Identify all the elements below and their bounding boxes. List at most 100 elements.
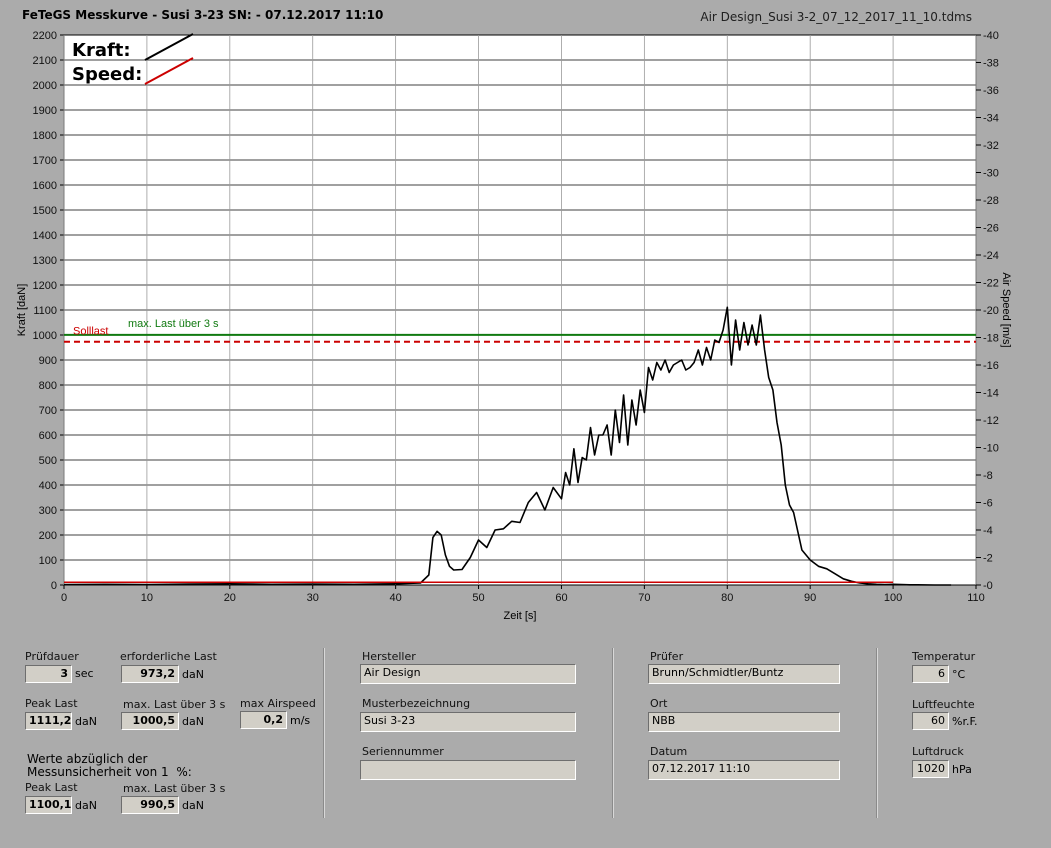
y-tick-label: 1200 xyxy=(33,280,57,292)
y-tick-label: 2100 xyxy=(33,55,57,67)
panel-divider xyxy=(612,648,614,818)
y-tick-label: 2000 xyxy=(33,80,57,92)
x-tick-label: 80 xyxy=(721,592,733,604)
datum-field: 07.12.2017 11:10 xyxy=(648,760,840,780)
y-tick-label: 600 xyxy=(39,430,57,442)
peak-last2-label: Peak Last xyxy=(25,781,78,794)
temperatur-field: 6 xyxy=(912,665,949,683)
y-axis-label: Kraft [daN] xyxy=(16,284,28,337)
peak-last-label: Peak Last xyxy=(25,697,78,710)
erf-last-unit: daN xyxy=(182,668,204,681)
y2-tick-label: -2 xyxy=(983,553,993,565)
max-last-unit: daN xyxy=(182,715,204,728)
pruefdauer-label: Prüfdauer xyxy=(25,650,79,663)
hersteller-label: Hersteller xyxy=(362,650,416,663)
y2-tick-label: -0 xyxy=(983,580,993,592)
y-tick-label: 700 xyxy=(39,405,57,417)
y2-tick-label: -18 xyxy=(983,333,999,345)
pruefer-field: Brunn/Schmidtler/Buntz xyxy=(648,664,840,684)
y-tick-label: 400 xyxy=(39,480,57,492)
peak-last2-unit: daN xyxy=(75,799,97,812)
y-tick-label: 900 xyxy=(39,355,57,367)
x-tick-label: 90 xyxy=(804,592,816,604)
y-tick-label: 100 xyxy=(39,555,57,567)
panel-divider xyxy=(876,648,878,818)
pruefdauer-unit: sec xyxy=(75,667,94,680)
seriennummer-field xyxy=(360,760,576,780)
temperatur-unit: °C xyxy=(952,668,966,681)
luftfeuchte-label: Luftfeuchte xyxy=(912,698,975,711)
y2-tick-label: -38 xyxy=(983,58,999,70)
max-last2-field: 990,5 xyxy=(121,796,179,814)
max-last-field: 1000,5 xyxy=(121,712,179,730)
erf-last-field: 973,2 xyxy=(121,665,179,683)
luftfeuchte-unit: %r.F. xyxy=(952,715,978,728)
temperatur-label: Temperatur xyxy=(912,650,976,663)
y2-tick-label: -28 xyxy=(983,195,999,207)
y2-tick-label: -4 xyxy=(983,525,993,537)
peak-last-unit: daN xyxy=(75,715,97,728)
x-tick-label: 60 xyxy=(555,592,567,604)
erf-last-label: erforderliche Last xyxy=(120,650,217,663)
y2-tick-label: -24 xyxy=(983,250,999,262)
datum-label: Datum xyxy=(650,745,688,758)
x-tick-label: 50 xyxy=(472,592,484,604)
panel-divider xyxy=(323,648,325,818)
y-tick-label: 1400 xyxy=(33,230,57,242)
y2-tick-label: -34 xyxy=(983,113,999,125)
max-last-line-label: max. Last über 3 s xyxy=(128,318,219,330)
peak-last2-field: 1100,1 xyxy=(25,796,72,814)
y2-tick-label: -12 xyxy=(983,415,999,427)
y-tick-label: 1700 xyxy=(33,155,57,167)
max-airspeed-unit: m/s xyxy=(290,714,311,727)
x-axis-label: Zeit [s] xyxy=(503,610,536,622)
x-tick-label: 20 xyxy=(224,592,236,604)
x-tick-label: 70 xyxy=(638,592,650,604)
y-tick-label: 800 xyxy=(39,380,57,392)
luftfeuchte-field: 60 xyxy=(912,712,949,730)
x-tick-label: 110 xyxy=(967,592,985,604)
max-last2-label: max. Last über 3 s xyxy=(123,782,226,795)
y2-tick-label: -6 xyxy=(983,498,993,510)
measurement-chart: 0100200300400500600700800900100011001200… xyxy=(16,30,1012,622)
y-tick-label: 2200 xyxy=(33,30,57,42)
y2-tick-label: -20 xyxy=(983,305,999,317)
messunsicherheit-note: Werte abzüglich der Messunsicherheit von… xyxy=(27,752,192,779)
y-tick-label: 1300 xyxy=(33,255,57,267)
max-last2-unit: daN xyxy=(182,799,204,812)
legend-label-1: Speed: xyxy=(72,64,142,85)
y-tick-label: 300 xyxy=(39,505,57,517)
luftdruck-field: 1020 xyxy=(912,760,949,778)
y2-tick-label: -32 xyxy=(983,140,999,152)
pruefdauer-field: 3 xyxy=(25,665,72,683)
chart-title: FeTeGS Messkurve - Susi 3-23 SN: - 07.12… xyxy=(22,8,384,22)
y-tick-label: 200 xyxy=(39,530,57,542)
x-tick-label: 30 xyxy=(307,592,319,604)
y2-tick-label: -16 xyxy=(983,360,999,372)
legend-label-0: Kraft: xyxy=(72,40,131,61)
y2-tick-label: -14 xyxy=(983,388,999,400)
x-tick-label: 40 xyxy=(390,592,402,604)
y2-tick-label: -40 xyxy=(983,30,999,42)
file-name: Air Design_Susi 3-2_07_12_2017_11_10.tdm… xyxy=(700,10,972,24)
solllast-line-label: Solllast xyxy=(73,326,108,338)
pruefer-label: Prüfer xyxy=(650,650,684,663)
y-tick-label: 1900 xyxy=(33,105,57,117)
seriennummer-label: Seriennummer xyxy=(362,745,444,758)
y-tick-label: 1100 xyxy=(33,305,57,317)
x-tick-label: 10 xyxy=(141,592,153,604)
y2-tick-label: -22 xyxy=(983,278,999,290)
musterbezeichnung-field: Susi 3-23 xyxy=(360,712,576,732)
peak-last-field: 1111,2 xyxy=(25,712,72,730)
y-tick-label: 0 xyxy=(51,580,57,592)
y-tick-label: 1600 xyxy=(33,180,57,192)
y2-axis-label: Air Speed [m/s] xyxy=(1000,272,1012,347)
ort-field: NBB xyxy=(648,712,840,732)
y2-tick-label: -8 xyxy=(983,470,993,482)
y-tick-label: 1500 xyxy=(33,205,57,217)
x-tick-label: 0 xyxy=(61,592,67,604)
x-tick-label: 100 xyxy=(884,592,902,604)
y2-tick-label: -30 xyxy=(983,168,999,180)
luftdruck-unit: hPa xyxy=(952,763,972,776)
y-tick-label: 1000 xyxy=(33,330,57,342)
